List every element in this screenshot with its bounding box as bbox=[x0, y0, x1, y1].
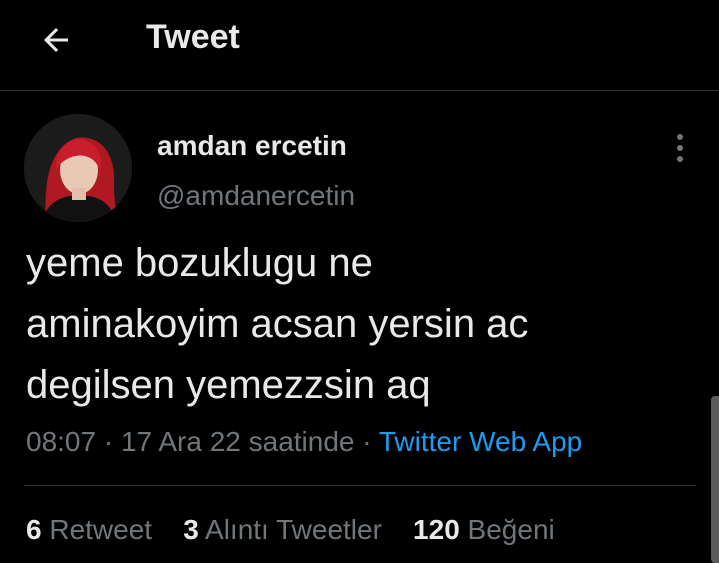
tweet-date[interactable]: 17 Ara 22 saatinde bbox=[121, 426, 355, 457]
tweet-text-line: aminakoyim acsan yersin ac bbox=[26, 302, 529, 346]
retweets-stat[interactable]: 6 Retweet bbox=[26, 514, 152, 545]
tweet-text: yeme bozuklugu ne aminakoyim acsan yersi… bbox=[26, 233, 706, 416]
divider bbox=[24, 485, 696, 486]
meta-separator: · bbox=[103, 426, 114, 457]
quotes-stat[interactable]: 3 Alıntı Tweetler bbox=[183, 514, 382, 545]
top-bar: Tweet bbox=[0, 0, 719, 91]
more-options-button[interactable] bbox=[664, 130, 696, 166]
retweets-count: 6 bbox=[26, 514, 42, 545]
vertical-ellipsis-icon bbox=[677, 134, 683, 140]
scrollbar[interactable] bbox=[711, 396, 719, 563]
profile-photo-icon bbox=[24, 114, 132, 222]
likes-count: 120 bbox=[413, 514, 460, 545]
tweet-text-line: yeme bozuklugu ne bbox=[26, 241, 373, 285]
meta-separator: · bbox=[362, 426, 372, 457]
tweet-text-line: degilsen yemezzsin aq bbox=[26, 363, 431, 407]
arrow-left-icon bbox=[44, 28, 68, 52]
quotes-label: Alıntı Tweetler bbox=[205, 514, 382, 545]
likes-stat[interactable]: 120 Beğeni bbox=[413, 514, 555, 545]
tweet-metadata: 08:07 · 17 Ara 22 saatinde · Twitter Web… bbox=[26, 423, 582, 461]
author-display-name[interactable]: amdan ercetin bbox=[157, 129, 347, 163]
author-handle[interactable]: @amdanercetin bbox=[157, 179, 355, 213]
likes-label: Beğeni bbox=[467, 514, 555, 545]
avatar[interactable] bbox=[24, 114, 132, 222]
tweet-source-link[interactable]: Twitter Web App bbox=[379, 426, 582, 457]
retweets-label: Retweet bbox=[49, 514, 153, 545]
page-title: Tweet bbox=[146, 18, 240, 56]
vertical-ellipsis-icon bbox=[677, 145, 683, 151]
vertical-ellipsis-icon bbox=[677, 156, 683, 162]
engagement-stats: 6 Retweet 3 Alıntı Tweetler 120 Beğeni bbox=[26, 511, 555, 549]
back-button[interactable] bbox=[36, 20, 76, 60]
quotes-count: 3 bbox=[183, 514, 199, 545]
tweet-time[interactable]: 08:07 bbox=[26, 426, 96, 457]
